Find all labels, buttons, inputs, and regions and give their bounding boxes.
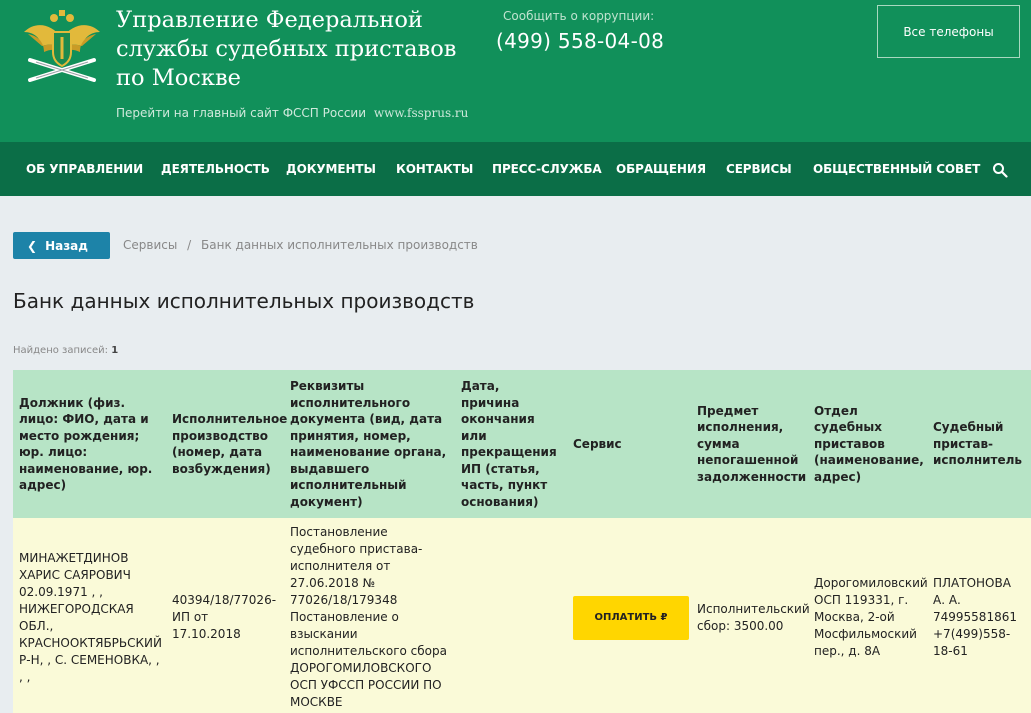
page-title: Банк данных исполнительных производств xyxy=(13,289,475,313)
col-header-bailiff: Судебный пристав-исполнитель xyxy=(927,370,1031,518)
nav-item-about[interactable]: ОБ УПРАВЛЕНИИ xyxy=(26,162,143,176)
back-button[interactable]: ❮ Назад xyxy=(13,232,110,259)
main-nav: ОБ УПРАВЛЕНИИ ДЕЯТЕЛЬНОСТЬ ДОКУМЕНТЫ КОН… xyxy=(0,142,1031,196)
main-site-text: Перейти на главный сайт ФССП России xyxy=(116,106,367,120)
cell-debtor: МИНАЖЕТДИНОВ ХАРИС САЯРОВИЧ 02.09.1971 ,… xyxy=(13,518,166,713)
main-site-url[interactable]: www.fssprus.ru xyxy=(374,106,469,120)
nav-item-activity[interactable]: ДЕЯТЕЛЬНОСТЬ xyxy=(161,162,270,176)
pay-button[interactable]: ОПЛАТИТЬ ₽ xyxy=(573,595,689,640)
cell-proceeding: 40394/18/77026-ИП от 17.10.2018 xyxy=(166,518,284,713)
breadcrumb-item-services[interactable]: Сервисы xyxy=(123,238,177,252)
records-found-count: 1 xyxy=(111,345,119,356)
col-header-debtor: Должник (физ. лицо: ФИО, дата и место ро… xyxy=(13,370,166,518)
table-row: МИНАЖЕТДИНОВ ХАРИС САЯРОВИЧ 02.09.1971 ,… xyxy=(13,518,1031,713)
cell-end-reason xyxy=(455,518,567,713)
nav-item-press[interactable]: ПРЕСС-СЛУЖБА xyxy=(492,162,602,176)
breadcrumb-item-current: Банк данных исполнительных производств xyxy=(201,238,478,252)
cell-service: ОПЛАТИТЬ ₽ xyxy=(567,518,691,713)
main-site-link[interactable]: Перейти на главный сайт ФССП России www.… xyxy=(116,106,468,120)
fssp-emblem-icon[interactable] xyxy=(22,8,102,82)
nav-item-documents[interactable]: ДОКУМЕНТЫ xyxy=(286,162,376,176)
breadcrumb-separator: / xyxy=(187,238,192,252)
cell-document: Постановление судебного пристава-исполни… xyxy=(284,518,455,713)
org-title[interactable]: Управление Федеральной службы судебных п… xyxy=(116,6,486,93)
col-header-end-reason: Дата, причина окончания или прекращения … xyxy=(455,370,567,518)
nav-item-services[interactable]: СЕРВИСЫ xyxy=(726,162,792,176)
chevron-left-icon: ❮ xyxy=(27,238,38,253)
search-icon[interactable] xyxy=(992,162,1008,178)
cell-department: Дорогомиловский ОСП 119331, г. Москва, 2… xyxy=(808,518,928,713)
col-header-proceeding: Исполнительное производство (номер, дата… xyxy=(166,370,287,518)
nav-item-contacts[interactable]: КОНТАКТЫ xyxy=(396,162,473,176)
table-header-row: Должник (физ. лицо: ФИО, дата и место ро… xyxy=(13,370,1031,518)
cell-subject: Исполнительский сбор: 3500.00 xyxy=(691,518,810,713)
back-button-label: Назад xyxy=(45,238,88,253)
col-header-service: Сервис xyxy=(567,370,691,518)
breadcrumb: Сервисы / Банк данных исполнительных про… xyxy=(123,238,478,252)
col-header-subject: Предмет исполнения, сумма непогашенной з… xyxy=(691,370,808,518)
corruption-label: Сообщить о коррупции: xyxy=(503,9,655,23)
corruption-phone[interactable]: (499) 558-04-08 xyxy=(496,29,664,53)
site-header: Управление Федеральной службы судебных п… xyxy=(0,0,1031,142)
results-table: Должник (физ. лицо: ФИО, дата и место ро… xyxy=(13,370,1031,713)
col-header-department: Отдел судебных приставов (наименование, … xyxy=(808,370,927,518)
col-header-document: Реквизиты исполнительного документа (вид… xyxy=(284,370,455,518)
records-found: Найдено записей: 1 xyxy=(13,345,118,356)
cell-bailiff: ПЛАТОНОВА А. А. 74995581861 +7(499)558-1… xyxy=(927,518,1031,713)
nav-item-appeals[interactable]: ОБРАЩЕНИЯ xyxy=(616,162,706,176)
all-phones-button[interactable]: Все телефоны xyxy=(877,5,1020,58)
records-found-label: Найдено записей: xyxy=(13,345,109,356)
nav-item-public-council[interactable]: ОБЩЕСТВЕННЫЙ СОВЕТ xyxy=(813,162,980,176)
